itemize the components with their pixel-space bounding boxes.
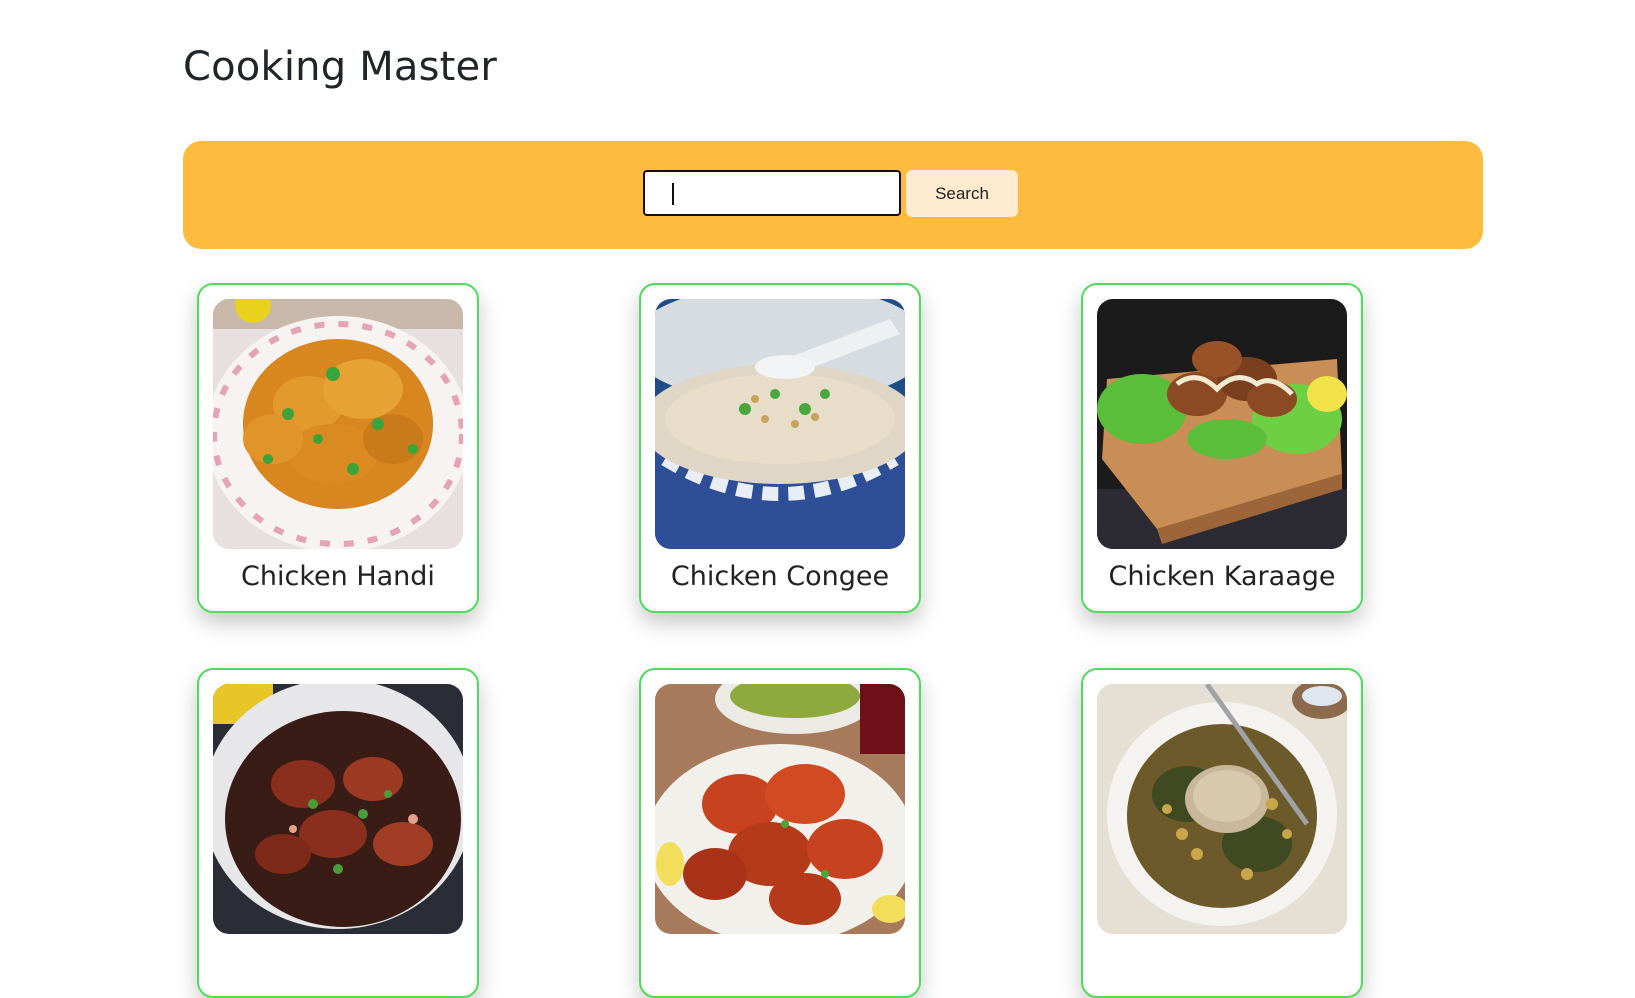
search-button[interactable]: Search [906,170,1018,217]
tandoori-chicken-image [655,684,905,934]
chicken-handi-image [213,299,463,549]
page-title: Cooking Master [183,44,498,90]
meal-card[interactable]: Chicken Congee [639,283,921,613]
chicken-handi-photo-icon [213,299,463,549]
search-bar: Search [183,141,1483,249]
chicken-bean-bowl-image [1097,684,1347,934]
search-input[interactable] [643,170,901,216]
meal-card[interactable]: Chicken Karaage [1081,283,1363,613]
meal-card[interactable]: Chicken Handi [197,283,479,613]
meal-name: Chicken Karaage [1108,561,1336,592]
meal-card[interactable] [197,668,479,998]
text-cursor [672,183,674,205]
chicken-congee-image [655,299,905,549]
meal-name: Chicken Congee [670,561,890,592]
chicken-stew-pot-image [213,684,463,934]
meal-name: Chicken Handi [241,561,435,592]
chicken-congee-photo-icon [655,299,905,549]
meal-card[interactable] [1081,668,1363,998]
chicken-stew-pot-photo-icon [213,684,463,934]
chicken-karaage-image [1097,299,1347,549]
chicken-karaage-photo-icon [1097,299,1347,549]
chicken-bean-bowl-photo-icon [1097,684,1347,934]
meal-card[interactable] [639,668,921,998]
tandoori-chicken-photo-icon [655,684,905,934]
